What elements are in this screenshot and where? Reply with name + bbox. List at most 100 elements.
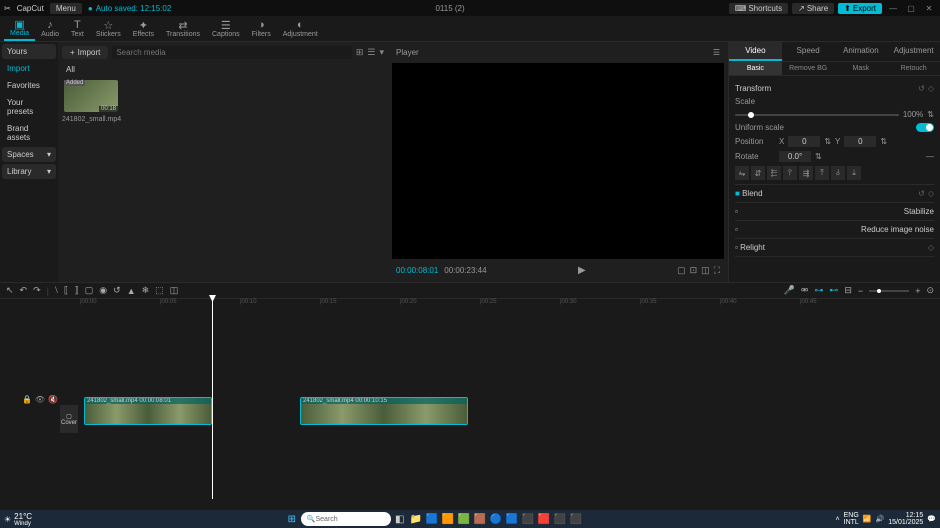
freeze-tool[interactable]: ❄ xyxy=(142,285,150,296)
sidebar-favorites[interactable]: Favorites xyxy=(2,78,56,93)
tool-effects[interactable]: ✦Effects xyxy=(127,16,160,41)
play-button[interactable]: ▶ xyxy=(578,265,586,276)
sort-icon[interactable]: ⊞ xyxy=(356,47,364,58)
transform-header[interactable]: Transform xyxy=(735,84,771,93)
tool-adjustment[interactable]: ◐Adjustment xyxy=(277,16,324,41)
stepper-icon[interactable]: ⇅ xyxy=(824,137,831,146)
tool-media[interactable]: ▣Media xyxy=(4,16,35,41)
reset-icon[interactable]: ↺ xyxy=(918,84,925,93)
import-button[interactable]: +Import xyxy=(62,46,108,59)
compare-icon[interactable]: ◫ xyxy=(701,265,710,276)
keyframe-icon[interactable]: ◇ xyxy=(928,84,934,93)
subtab-basic[interactable]: Basic xyxy=(729,62,782,75)
tool-stickers[interactable]: ☆Stickers xyxy=(90,16,127,41)
export-button[interactable]: ⬆ Export xyxy=(838,3,882,14)
app-icon[interactable]: 🟦 xyxy=(505,512,519,526)
redo-button[interactable]: ↷ xyxy=(33,285,41,296)
tray-chevron[interactable]: ˄ xyxy=(836,516,840,523)
share-button[interactable]: ↗ Share xyxy=(792,3,834,14)
preview-icon[interactable]: ⊟ xyxy=(844,285,852,296)
mic-icon[interactable]: 🎤 xyxy=(784,285,795,296)
taskview-icon[interactable]: ◧ xyxy=(393,512,407,526)
tab-video[interactable]: Video xyxy=(729,42,782,61)
visibility-icon[interactable]: 👁 xyxy=(35,395,45,404)
align-c-button[interactable]: ⫯ xyxy=(783,166,797,180)
split-tool[interactable]: ⧵ xyxy=(55,285,58,296)
cover-button[interactable]: ▢Cover xyxy=(60,405,78,433)
link-icon[interactable]: ⊷ xyxy=(829,285,838,296)
start-button[interactable]: ⊞ xyxy=(285,512,299,526)
search-input[interactable] xyxy=(112,46,352,59)
relight-header[interactable]: Relight xyxy=(740,243,765,252)
app-icon[interactable]: 🟩 xyxy=(457,512,471,526)
stepper-icon[interactable]: ⇅ xyxy=(927,110,934,119)
keyframe-icon[interactable]: ◇ xyxy=(928,243,934,252)
tool-captions[interactable]: ☰Captions xyxy=(206,16,246,41)
filter-icon[interactable]: ☰ xyxy=(367,47,375,58)
close-button[interactable]: ✕ xyxy=(922,4,936,13)
pos-y-input[interactable] xyxy=(844,136,876,147)
mute-icon[interactable]: 🔇 xyxy=(48,395,58,404)
magnet-icon[interactable]: ⚮ xyxy=(801,285,809,296)
noise-header[interactable]: Reduce image noise xyxy=(861,225,934,234)
lock-icon[interactable]: 🔒 xyxy=(22,395,32,404)
align-b-button[interactable]: ⤓ xyxy=(847,166,861,180)
rotate-input[interactable] xyxy=(779,151,811,162)
subtab-mask[interactable]: Mask xyxy=(835,62,888,75)
tool-text[interactable]: TText xyxy=(65,16,90,41)
undo-button[interactable]: ↶ xyxy=(20,285,28,296)
capcut-taskbar-icon[interactable]: ⬛ xyxy=(569,512,583,526)
chrome-icon[interactable]: 🔵 xyxy=(489,512,503,526)
wifi-icon[interactable]: 📶 xyxy=(863,515,872,523)
explorer-icon[interactable]: 📁 xyxy=(409,512,423,526)
tool-transitions[interactable]: ⇄Transitions xyxy=(160,16,206,41)
clip-2[interactable]: 241802_small.mp4 00:00:10:15 xyxy=(300,397,468,425)
align-r-button[interactable]: ⇶ xyxy=(799,166,813,180)
pos-x-input[interactable] xyxy=(788,136,820,147)
align-l-button[interactable]: ⬱ xyxy=(767,166,781,180)
tool-filters[interactable]: ◑Filters xyxy=(246,16,277,41)
app-icon[interactable]: ⬛ xyxy=(553,512,567,526)
zoom-out-icon[interactable]: − xyxy=(858,286,863,296)
clip-1[interactable]: 241802_small.mp4 00:00:08:01 xyxy=(84,397,212,425)
quality-icon[interactable]: ▢ xyxy=(677,265,686,276)
app-icon[interactable]: ⬛ xyxy=(521,512,535,526)
taskbar-search[interactable]: 🔍 Search xyxy=(301,512,391,526)
app-icon[interactable]: 🟥 xyxy=(537,512,551,526)
volume-icon[interactable]: 🔊 xyxy=(876,515,885,523)
fullscreen-icon[interactable]: ⛶ xyxy=(714,265,720,276)
delete-tool[interactable]: ▢ xyxy=(85,285,94,296)
reverse-tool[interactable]: ↺ xyxy=(113,285,121,296)
ratio-icon[interactable]: ⊡ xyxy=(690,265,698,276)
mirror-tool[interactable]: ▲ xyxy=(127,286,136,296)
sidebar-spaces[interactable]: Spaces▾ xyxy=(2,147,56,162)
menu-button[interactable]: Menu xyxy=(50,3,82,14)
align-t-button[interactable]: ⤒ xyxy=(815,166,829,180)
record-tool[interactable]: ◉ xyxy=(99,285,107,296)
fit-icon[interactable]: ⊙ xyxy=(926,285,934,296)
trim-left-tool[interactable]: ⟦ xyxy=(64,285,68,296)
tab-speed[interactable]: Speed xyxy=(782,42,835,61)
shortcuts-button[interactable]: ⌨ Shortcuts xyxy=(729,3,788,14)
flip-h-button[interactable]: ⇋ xyxy=(735,166,749,180)
all-filter[interactable]: All xyxy=(62,63,384,76)
stepper-icon[interactable]: ⇅ xyxy=(880,137,887,146)
crop2-tool[interactable]: ◫ xyxy=(170,285,179,296)
timeline-canvas[interactable]: 241802_small.mp4 00:00:08:01 241802_smal… xyxy=(80,309,940,489)
zoom-in-icon[interactable]: + xyxy=(915,286,920,296)
app-icon[interactable]: 🟫 xyxy=(473,512,487,526)
notifications-icon[interactable]: 💬 xyxy=(927,515,936,523)
tab-animation[interactable]: Animation xyxy=(835,42,888,61)
stabilize-header[interactable]: Stabilize xyxy=(904,207,934,216)
sidebar-library[interactable]: Library▾ xyxy=(2,164,56,179)
trim-right-tool[interactable]: ⟧ xyxy=(74,285,78,296)
app-icon[interactable]: 🟦 xyxy=(425,512,439,526)
sidebar-import[interactable]: Import xyxy=(2,61,56,76)
subtab-removebg[interactable]: Remove BG xyxy=(782,62,835,75)
timeline-ruler[interactable]: |00:00 |00:05 |00:10 |00:15 |00:20 |00:2… xyxy=(80,299,940,309)
player-viewport[interactable] xyxy=(392,63,724,259)
keyframe-icon[interactable]: ◇ xyxy=(928,189,934,198)
sidebar-yours[interactable]: Yours xyxy=(2,44,56,59)
crop-tool[interactable]: ⬚ xyxy=(155,285,164,296)
flip-v-button[interactable]: ⇵ xyxy=(751,166,765,180)
